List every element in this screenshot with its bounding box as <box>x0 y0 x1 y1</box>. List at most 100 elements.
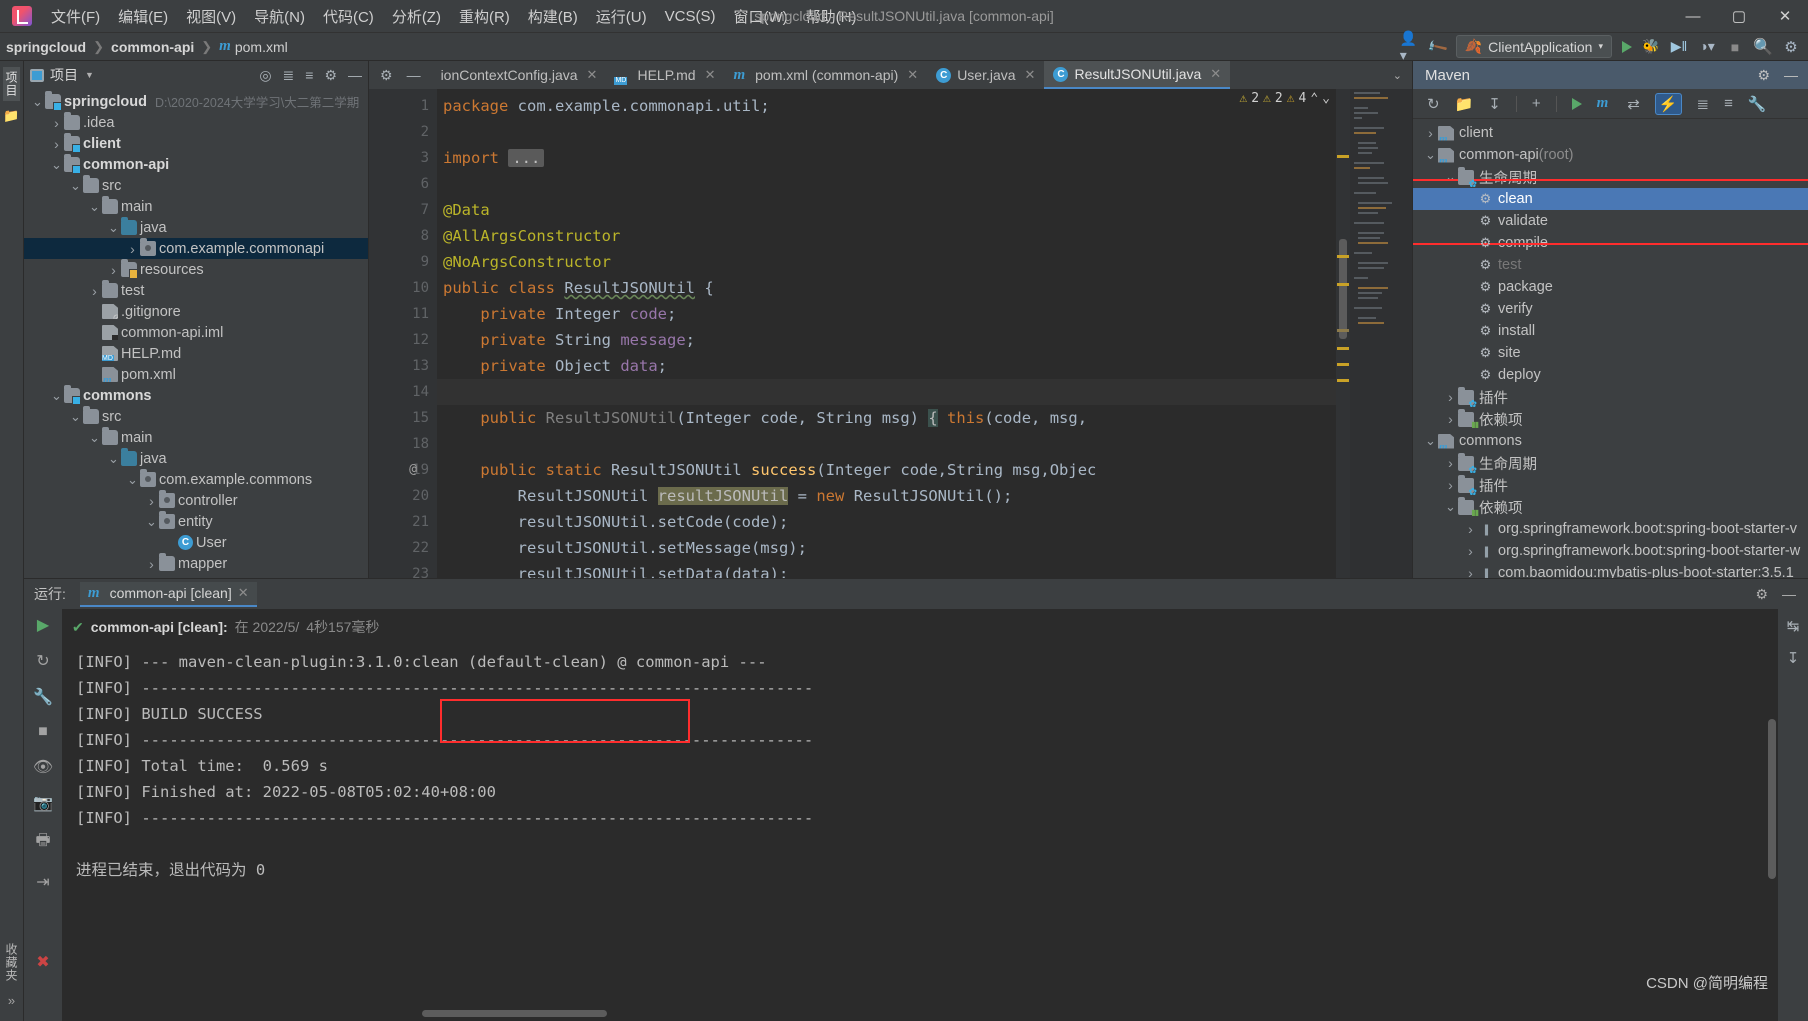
project-tree-row[interactable]: ⌄ springcloud D:\2020-2024大学学习\大二第二学期 <box>24 91 368 112</box>
maven-tree-row[interactable]: › 依赖项 <box>1413 408 1808 430</box>
project-tree-row[interactable]: .gitignore <box>24 301 368 322</box>
wrench-icon[interactable]: 🔧 <box>33 687 53 707</box>
menu-bar[interactable]: 文件(F) 编辑(E) 视图(V) 导航(N) 代码(C) 分析(Z) 重构(R… <box>42 2 865 31</box>
line-number[interactable]: 22 <box>369 535 437 561</box>
folder-icon[interactable]: 📁 <box>3 108 19 124</box>
add-icon[interactable]: + <box>1532 95 1541 112</box>
chevron-right-icon[interactable]: › <box>144 493 159 509</box>
maven-tree-row[interactable]: ⌄ commons <box>1413 430 1808 452</box>
settings-icon[interactable]: ⚙ <box>1782 38 1800 56</box>
line-number[interactable]: 9- <box>369 249 450 275</box>
warning-marker[interactable] <box>1337 155 1349 158</box>
soft-wrap-icon[interactable]: ↹ <box>1787 617 1800 635</box>
maven-tree-row[interactable]: › 插件 <box>1413 474 1808 498</box>
close-icon[interactable]: ✕ <box>705 67 716 83</box>
code-line[interactable]: resultJSONUtil.setCode(code); <box>437 509 1336 535</box>
next-problem-icon[interactable]: ⌄ <box>1322 91 1330 106</box>
line-number[interactable]: 7- <box>369 197 450 223</box>
tool-window-project[interactable]: 项目 <box>3 67 20 101</box>
code-line[interactable]: import ... <box>437 145 1336 171</box>
maven-tree-row[interactable]: ⌄ common-api (root) <box>1413 144 1808 166</box>
project-tree-row[interactable]: ⌄ src <box>24 406 368 427</box>
code-line[interactable]: ResultJSONUtil resultJSONUtil = new Resu… <box>437 483 1336 509</box>
stop-icon[interactable]: ■ <box>1726 38 1744 56</box>
project-tree-row[interactable]: ⌄ com.example.commons <box>24 469 368 490</box>
maximize-button[interactable]: ▢ <box>1716 0 1762 32</box>
chevron-down-icon[interactable]: ⌄ <box>1443 500 1458 513</box>
maven-tree-row[interactable]: ⚙ install <box>1413 320 1808 342</box>
menu-file[interactable]: 文件(F) <box>42 2 109 31</box>
chevron-down-icon[interactable]: ⌄ <box>68 179 83 192</box>
run-with-coverage-icon[interactable]: ▶‖ <box>1670 38 1688 56</box>
menu-code[interactable]: 代码(C) <box>314 2 383 31</box>
code-line[interactable]: package com.example.commonapi.util; <box>437 93 1336 119</box>
project-tree-row[interactable]: › test <box>24 280 368 301</box>
stop-icon[interactable]: ■ <box>38 723 48 741</box>
chevron-down-icon[interactable]: ⌄ <box>87 431 102 444</box>
project-tree-row[interactable]: HELP.md <box>24 343 368 364</box>
line-number[interactable]: 19@- <box>369 457 450 483</box>
hide-icon[interactable]: — <box>348 67 362 83</box>
maven-tree-row[interactable]: › client <box>1413 122 1808 144</box>
add-maven-project-icon[interactable]: 📁 <box>1455 95 1474 113</box>
code-line[interactable]: public class ResultJSONUtil { <box>437 275 1336 301</box>
chevron-down-icon[interactable]: ⌄ <box>125 473 140 486</box>
chevron-down-icon[interactable]: ⌄ <box>1423 148 1438 161</box>
print-icon[interactable]: 🖶 <box>35 829 50 856</box>
rerun-failed-icon[interactable]: ↻ <box>36 651 49 671</box>
line-number[interactable]: 15+ <box>369 405 450 431</box>
breadcrumb-module[interactable]: common-api <box>111 39 194 55</box>
line-number[interactable]: 1 <box>369 93 437 119</box>
project-tree-row[interactable]: pom.xml <box>24 364 368 385</box>
console-horizontal-scrollbar[interactable] <box>422 1010 607 1017</box>
tab-ionContextConfig[interactable]: ionContextConfig.java ✕ <box>432 61 607 89</box>
settings-icon[interactable]: ⚙ <box>1757 67 1770 84</box>
maven-tree-row[interactable]: ⌄ 依赖项 <box>1413 496 1808 518</box>
maven-tree-row[interactable]: ⚙ compile <box>1413 232 1808 254</box>
chevron-right-icon[interactable]: › <box>1463 521 1478 537</box>
project-tree-row[interactable]: › .idea <box>24 112 368 133</box>
code-line[interactable]: @AllArgsConstructor <box>437 223 1336 249</box>
warning-marker[interactable] <box>1337 347 1349 350</box>
menu-vcs[interactable]: VCS(S) <box>656 4 725 29</box>
maven-tree-row[interactable]: ⚙ test <box>1413 254 1808 276</box>
project-tree-row[interactable]: common-api.iml <box>24 322 368 343</box>
maven-tree-row[interactable]: › ||| org.springframework.boot:spring-boot… <box>1413 518 1808 540</box>
project-tree-row[interactable]: › controller <box>24 490 368 511</box>
code-line[interactable]: @NoArgsConstructor <box>437 249 1336 275</box>
run-configuration-selector[interactable]: 🍂 ClientApplication ▾ <box>1455 35 1612 58</box>
tab-user-java[interactable]: C User.java ✕ <box>927 61 1044 89</box>
chevron-right-icon[interactable]: › <box>1463 543 1478 559</box>
maven-tree-row[interactable]: › 插件 <box>1413 386 1808 410</box>
toggle-skip-tests-icon[interactable]: ⇄ <box>1627 95 1640 113</box>
code-line[interactable]: private Object data; <box>437 353 1336 379</box>
code-line[interactable] <box>437 119 1336 145</box>
code-line[interactable]: public ResultJSONUtil(Integer code, Stri… <box>437 405 1336 431</box>
menu-build[interactable]: 构建(B) <box>519 2 587 31</box>
maven-tree-row[interactable]: ⚙ validate <box>1413 210 1808 232</box>
warning-marker[interactable] <box>1337 363 1349 366</box>
code-line[interactable] <box>437 431 1336 457</box>
chevron-down-icon[interactable]: ⌄ <box>106 452 121 465</box>
settings-icon[interactable]: ⚙ <box>380 67 393 84</box>
toggle-offline-mode-icon[interactable]: ⚡ <box>1654 92 1682 115</box>
code-line[interactable]: public static ResultJSONUtil success(Int… <box>437 457 1336 483</box>
chevron-right-icon[interactable]: › <box>49 115 64 131</box>
code-line[interactable]: resultJSONUtil.setMessage(msg); <box>437 535 1336 561</box>
line-number[interactable]: 3+ <box>369 145 450 171</box>
line-number[interactable]: 21 <box>369 509 437 535</box>
chevron-right-icon[interactable]: › <box>87 283 102 299</box>
line-number[interactable]: 11 <box>369 301 437 327</box>
debug-icon[interactable]: 🐝 <box>1642 38 1660 56</box>
line-number[interactable]: 20 <box>369 483 437 509</box>
line-number[interactable]: 18 <box>369 431 437 457</box>
menu-analyze[interactable]: 分析(Z) <box>383 2 450 31</box>
chevron-down-icon[interactable]: ⌄ <box>1423 434 1438 447</box>
run-icon[interactable] <box>1571 97 1582 110</box>
maven-tree-row[interactable]: ⚙ package <box>1413 276 1808 298</box>
execute-maven-goal-icon[interactable]: m <box>1597 95 1609 112</box>
hide-icon[interactable]: — <box>1784 67 1798 84</box>
chevron-down-icon[interactable]: ⌄ <box>87 200 102 213</box>
close-icon[interactable]: ✕ <box>1210 66 1221 82</box>
project-tree-row[interactable]: ⌄ entity <box>24 511 368 532</box>
